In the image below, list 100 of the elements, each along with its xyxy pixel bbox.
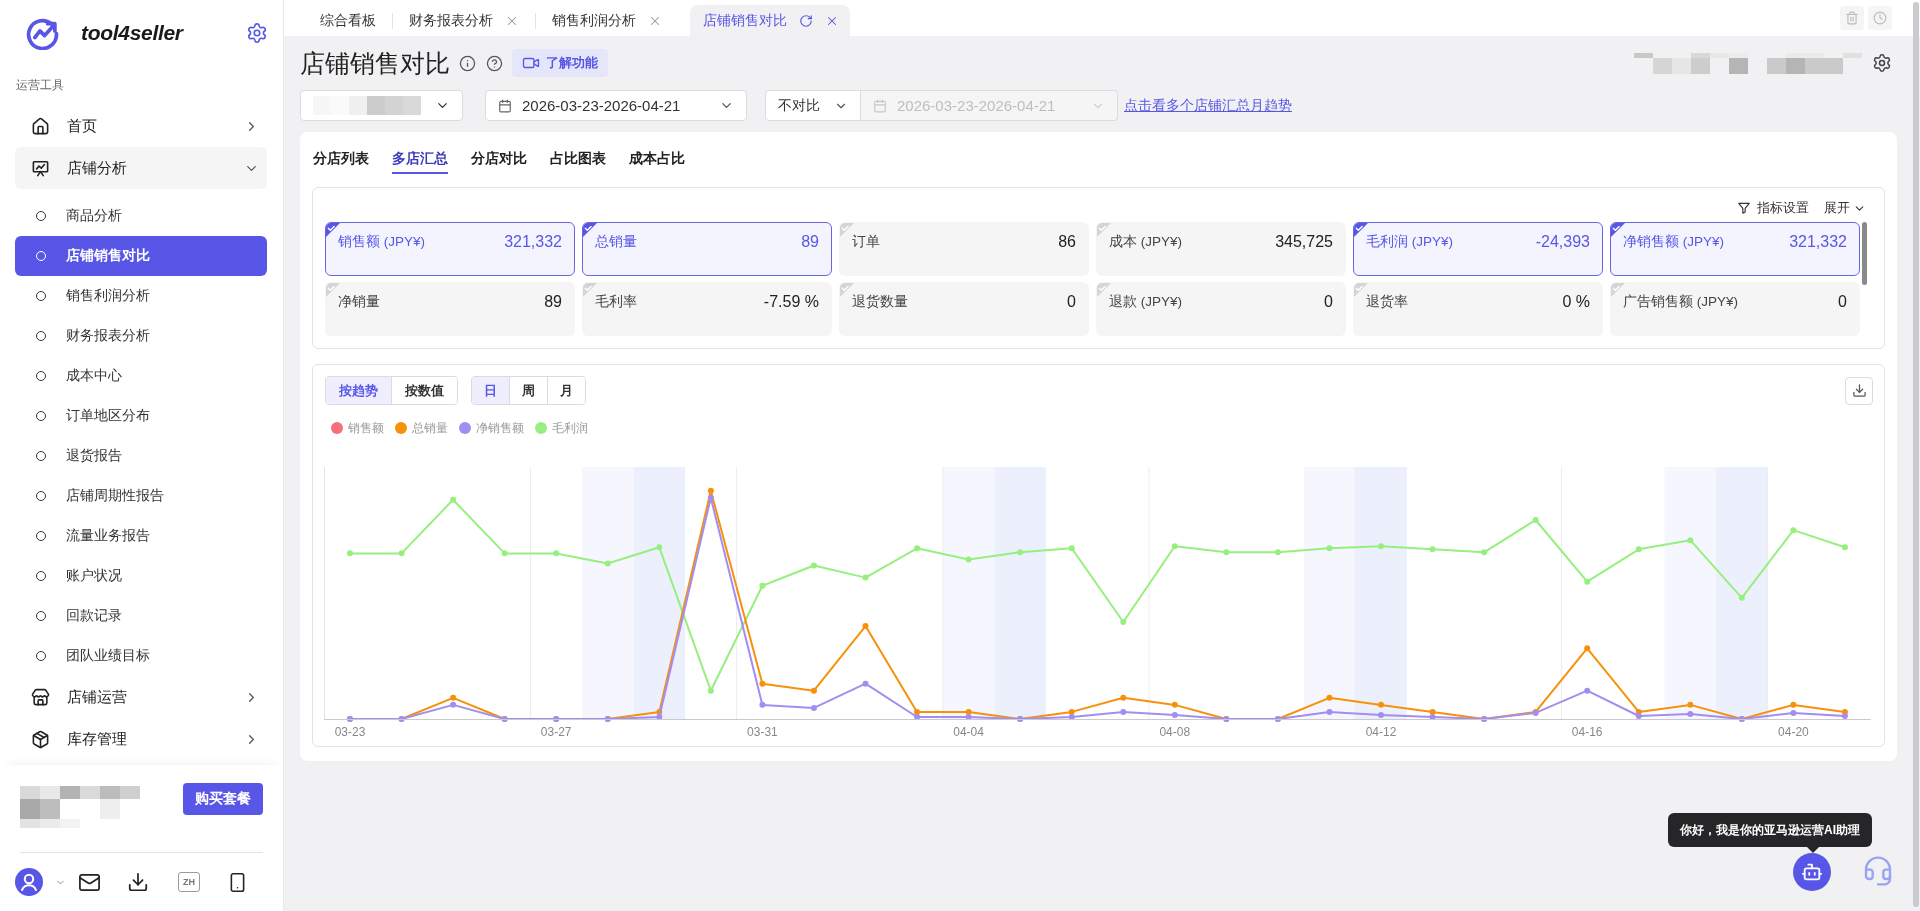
axis-label: 04-20 [1778,725,1809,739]
learn-feature-button[interactable]: 了解功能 [512,49,608,77]
section-title: 运营工具 [16,78,64,92]
calendar-icon [498,98,512,113]
download-icon[interactable] [127,871,149,893]
submenu-item[interactable]: 回款记录 [15,596,267,636]
metric-label: 毛利率 [595,293,637,311]
scrollbar-thumb[interactable] [1913,2,1919,907]
period-tab[interactable]: 日 [472,377,509,404]
metric-label: 净销售额 (JPY¥) [1623,233,1724,251]
compare-date-range-field: 2026-03-23-2026-04-21 [861,90,1118,121]
submenu-item[interactable]: 团队业绩目标 [15,636,267,676]
metric-value: 321,332 [504,233,562,251]
view-tab[interactable]: 分店列表 [313,132,369,174]
page-title: 店铺销售对比 [300,47,450,79]
date-range-field[interactable]: 2026-03-23-2026-04-21 [485,90,747,121]
metric-card[interactable]: 成本 (JPY¥) 345,725 [1096,222,1346,276]
metric-card[interactable]: 退货数量 0 [839,282,1089,336]
metric-card[interactable]: 广告销售额 (JPY¥) 0 [1610,282,1860,336]
menu-item[interactable]: 库存管理 [15,718,267,760]
metric-label: 销售额 (JPY¥) [338,233,425,251]
home-icon [31,116,50,136]
submenu-item[interactable]: 店铺销售对比 [15,236,267,276]
trash-icon [1845,11,1859,25]
view-tab[interactable]: 分店对比 [471,132,527,174]
info-icon[interactable] [459,54,476,72]
help-icon[interactable] [486,54,503,72]
filter-icon [1737,201,1751,215]
assistant-button[interactable] [1793,853,1831,891]
metric-card[interactable]: 总销量 89 [582,222,832,276]
download-icon [1851,383,1867,398]
metric-value: 86 [1058,233,1076,251]
metric-label: 广告销售额 (JPY¥) [1623,293,1738,311]
check-corner-icon [1097,223,1111,237]
period-tab[interactable]: 月 [547,377,585,404]
metric-card[interactable]: 毛利率 -7.59 % [582,282,832,336]
refresh-icon[interactable] [799,13,813,28]
metric-value: 0 [1067,293,1076,311]
axis-label: 03-23 [334,725,366,739]
mode-tab[interactable]: 按趋势 [326,377,391,404]
settings-icon[interactable] [246,22,268,44]
axis-label: 04-16 [1571,725,1603,739]
page-tab[interactable]: 店铺销售对比 [690,5,850,36]
metric-value: 345,725 [1275,233,1333,251]
expand-button[interactable]: 展开 [1824,199,1866,217]
view-tab[interactable]: 多店汇总 [392,132,448,174]
headset-icon[interactable] [1862,855,1894,887]
store-icon [31,687,50,707]
submenu-item[interactable]: 销售利润分析 [15,276,267,316]
check-corner-icon [326,283,340,297]
metric-card[interactable]: 订单 86 [839,222,1089,276]
compare-select[interactable]: 不对比 [765,90,861,121]
metric-label: 净销量 [338,293,380,311]
metric-value: -24,393 [1535,233,1590,251]
submenu-item[interactable]: 流量业务报告 [15,516,267,556]
mode-tab[interactable]: 按数值 [391,377,457,404]
page-tab[interactable]: 综合看板 [304,5,392,36]
submenu-item[interactable]: 商品分析 [15,196,267,236]
metric-value: 89 [801,233,819,251]
submenu-item[interactable]: 账户状况 [15,556,267,596]
robot-icon [1801,861,1823,883]
metric-value: 89 [544,293,562,311]
check-corner-icon [583,283,597,297]
axis-label: 03-27 [540,725,572,739]
brand-name: tool4seller [81,21,183,45]
download-button[interactable] [1845,376,1873,405]
submenu-item[interactable]: 财务报表分析 [15,316,267,356]
page-tab[interactable]: 财务报表分析 [393,5,535,36]
metric-value: 0 % [1562,293,1590,311]
submenu-item[interactable]: 成本中心 [15,356,267,396]
metric-label: 总销量 [595,233,637,251]
submenu-item[interactable]: 退货报告 [15,436,267,476]
metric-value: 321,332 [1789,233,1847,251]
metric-card[interactable]: 净销售额 (JPY¥) 321,332 [1610,222,1860,276]
menu-item[interactable]: 首页 [15,105,267,147]
page-tab[interactable]: 销售利润分析 [536,5,678,36]
avatar-icon[interactable] [15,868,43,896]
view-tab[interactable]: 成本占比 [629,132,685,174]
monthly-trend-link[interactable]: 点击看多个店铺汇总月趋势 [1124,96,1292,115]
axis-label: 04-04 [953,725,984,739]
submenu-item[interactable]: 订单地区分布 [15,396,267,436]
metric-label: 订单 [852,233,880,251]
check-corner-icon [1611,223,1625,237]
menu-item[interactable]: 店铺分析 [15,147,267,189]
check-corner-icon [326,223,340,237]
metric-card[interactable]: 销售额 (JPY¥) 321,332 [325,222,575,276]
scrollbar-thumb[interactable] [1862,222,1867,285]
metric-label: 退货率 [1366,293,1408,311]
metric-settings-button[interactable]: 指标设置 [1737,199,1809,217]
language-button[interactable]: ZH [178,872,200,892]
view-tab[interactable]: 占比图表 [550,132,606,174]
metric-card[interactable]: 退款 (JPY¥) 0 [1096,282,1346,336]
settings-icon[interactable] [1872,53,1892,73]
metric-card[interactable]: 退货率 0 % [1353,282,1603,336]
metric-card[interactable]: 毛利润 (JPY¥) -24,393 [1353,222,1603,276]
metric-card[interactable]: 净销量 89 [325,282,575,336]
buy-plan-button[interactable]: 购买套餐 [183,783,263,815]
metric-label: 毛利润 (JPY¥) [1366,233,1453,251]
menu-item[interactable]: 店铺运营 [15,676,267,718]
submenu-item[interactable]: 店铺周期性报告 [15,476,267,516]
